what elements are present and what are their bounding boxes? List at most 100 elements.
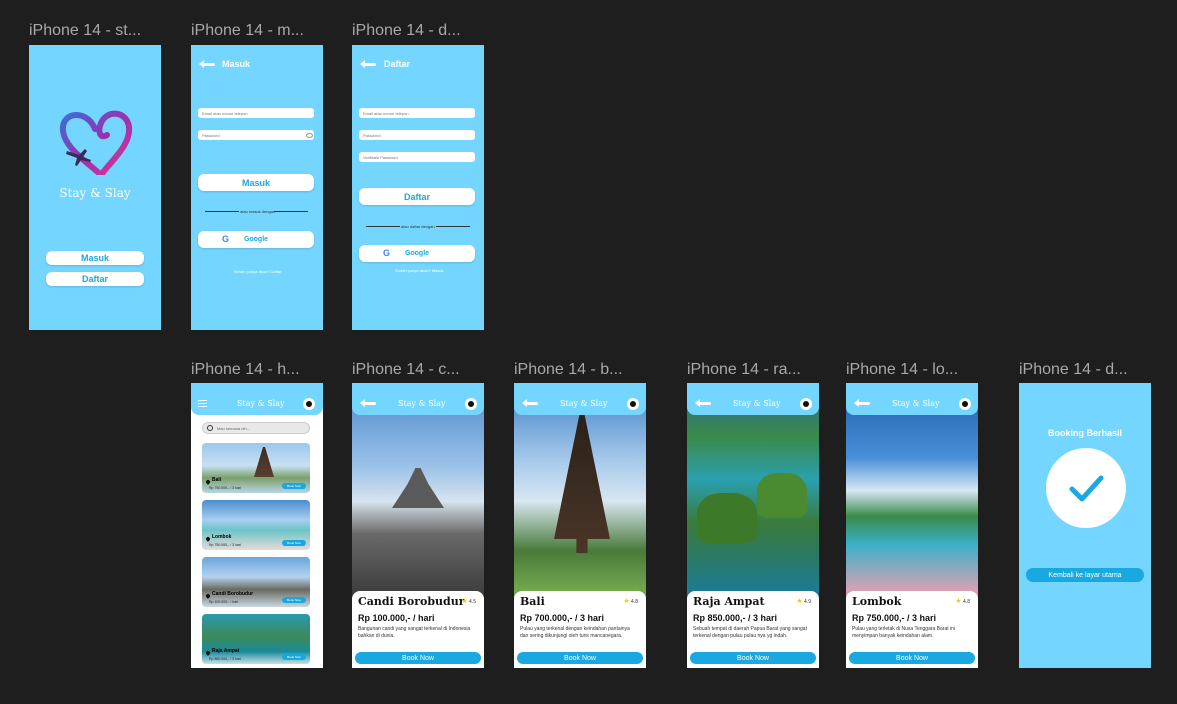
profile-avatar-icon[interactable] [303,398,315,410]
profile-avatar-icon[interactable] [465,398,477,410]
splash-login-button[interactable]: Masuk [46,251,144,265]
profile-avatar-icon[interactable] [800,398,812,410]
profile-avatar-icon[interactable] [627,398,639,410]
hamburger-menu-icon[interactable] [198,400,207,407]
frame-label-done: iPhone 14 - d... [1019,361,1128,378]
divider-left [205,211,239,212]
back-to-home-button[interactable]: Kembali ke layar utama [1026,568,1144,582]
detail-screen-candi: Stay & Slay Candi Borobudur ★ 4.5 Rp 100… [352,383,484,668]
card-book-button[interactable]: Book Now [282,483,306,489]
back-arrow-icon[interactable] [360,60,376,68]
register-email-field[interactable]: Email atau nomor telepon [359,108,475,118]
card-book-button[interactable]: Book Now [282,654,306,660]
register-title: Daftar [384,59,411,69]
detail-rating-value: 4.8 [963,599,970,605]
frame-label-register: iPhone 14 - d... [352,22,461,39]
booking-success-screen: Booking Berhasil Kembali ke layar utama [1019,383,1151,668]
card-price: Rp 100.000,- / hari [209,600,238,604]
detail-rating-value: 4.8 [631,599,638,605]
login-password-field[interactable]: Password [198,130,314,140]
destination-image [514,383,646,598]
book-now-button[interactable]: Book Now [849,652,975,664]
detail-brand: Stay & Slay [733,399,781,408]
detail-sheet: Candi Borobudur ★ 4.5 Rp 100.000,- / har… [352,591,484,668]
location-pin-icon [205,536,211,542]
back-arrow-icon[interactable] [695,399,711,407]
detail-price: Rp 700.000,- / 3 hari [520,613,605,623]
frame-label-start: iPhone 14 - st... [29,22,142,39]
login-email-field[interactable]: Email atau nomor telepon [198,108,314,118]
back-arrow-icon[interactable] [522,399,538,407]
frame-label-lombok: iPhone 14 - lo... [846,361,959,378]
back-arrow-icon[interactable] [360,399,376,407]
eye-icon[interactable] [306,133,313,138]
destination-image [352,383,484,598]
detail-sheet: Bali ★ 4.8 Rp 700.000,- / 3 hari Pulau y… [514,591,646,668]
location-pin-icon [205,593,211,599]
frame-label-raja-ampat: iPhone 14 - ra... [687,361,801,378]
detail-screen-raja-ampat: Stay & Slay Raja Ampat ★ 4.9 Rp 850.000,… [687,383,819,668]
card-image-temple [254,447,274,477]
detail-name: Raja Ampat [693,595,765,608]
frame-label-bali: iPhone 14 - b... [514,361,623,378]
detail-rating-value: 4.9 [804,599,811,605]
detail-header: Stay & Slay [352,383,484,415]
detail-header: Stay & Slay [687,383,819,415]
detail-rating: ★ 4.9 [796,597,811,605]
register-footer-link[interactable]: Sudah punya akun? Masuk [395,268,443,273]
card-price: Rp 750.000,- / 3 hari [209,543,241,547]
card-name: Lombok [212,534,232,540]
login-google-button[interactable]: G Google [198,231,314,248]
card-book-button[interactable]: Book Now [282,597,306,603]
detail-name: Lombok [852,595,902,608]
register-submit-button[interactable]: Daftar [359,188,475,205]
divider-right [274,211,308,212]
detail-sheet: Raja Ampat ★ 4.9 Rp 850.000,- / 3 hari S… [687,591,819,668]
success-check-circle-icon [1046,448,1126,528]
destination-card[interactable]: Candi Borobudur Rp 100.000,- / hari Book… [202,557,310,607]
search-icon [207,425,213,431]
register-password-field[interactable]: Password [359,130,475,140]
card-book-button[interactable]: Book Now [282,540,306,546]
back-arrow-icon[interactable] [854,399,870,407]
detail-name: Candi Borobudur [358,595,465,608]
home-search-input[interactable]: Mau kemana nih... [202,422,310,434]
frame-label-login: iPhone 14 - m... [191,22,304,39]
register-google-label: Google [404,250,430,257]
star-icon: ★ [461,598,468,605]
login-submit-button[interactable]: Masuk [198,174,314,191]
login-footer-link[interactable]: Belum punya akun? Daftar [234,269,281,274]
destination-card[interactable]: Raja Ampat Rp 850.000,- / 3 hari Book No… [202,614,310,664]
register-confirm-field[interactable]: Verifikasi Password [359,152,475,162]
register-screen: Daftar Email atau nomor telepon Password… [352,45,484,330]
detail-rating: ★ 4.8 [955,597,970,605]
login-divider-text: atau masuk dengan [240,209,276,214]
destination-card[interactable]: Bali Rp 750.000,- / 3 hari Book Now [202,443,310,493]
divider-right [436,226,470,227]
location-pin-icon [205,650,211,656]
detail-description: Bangunan candi yang sangat terkenal di I… [358,626,471,639]
google-icon: G [383,248,391,258]
profile-avatar-icon[interactable] [959,398,971,410]
register-divider-text: atau daftar dengan [401,224,435,229]
book-now-button[interactable]: Book Now [355,652,481,664]
splash-screen: Stay & Slay Masuk Daftar [29,45,161,330]
card-name: Candi Borobudur [212,591,254,597]
card-name: Raja Ampat [212,648,240,654]
book-now-button[interactable]: Book Now [517,652,643,664]
detail-brand: Stay & Slay [892,399,940,408]
splash-register-button[interactable]: Daftar [46,272,144,286]
detail-description: Pulau yang terletak di Nusa Tenggara Bar… [852,626,956,639]
book-now-button[interactable]: Book Now [690,652,816,664]
destination-image [846,383,978,598]
location-pin-icon [205,479,211,485]
back-arrow-icon[interactable] [199,60,215,68]
login-google-label: Google [243,236,269,243]
detail-screen-bali: Stay & Slay Bali ★ 4.8 Rp 700.000,- / 3 … [514,383,646,668]
google-icon: G [222,234,230,244]
home-brand: Stay & Slay [237,399,285,408]
register-google-button[interactable]: G Google [359,245,475,262]
detail-description: Sebuah tempat di daerah Papua Barat yang… [693,626,807,639]
island-shape [757,473,807,518]
destination-card[interactable]: Lombok Rp 750.000,- / 3 hari Book Now [202,500,310,550]
